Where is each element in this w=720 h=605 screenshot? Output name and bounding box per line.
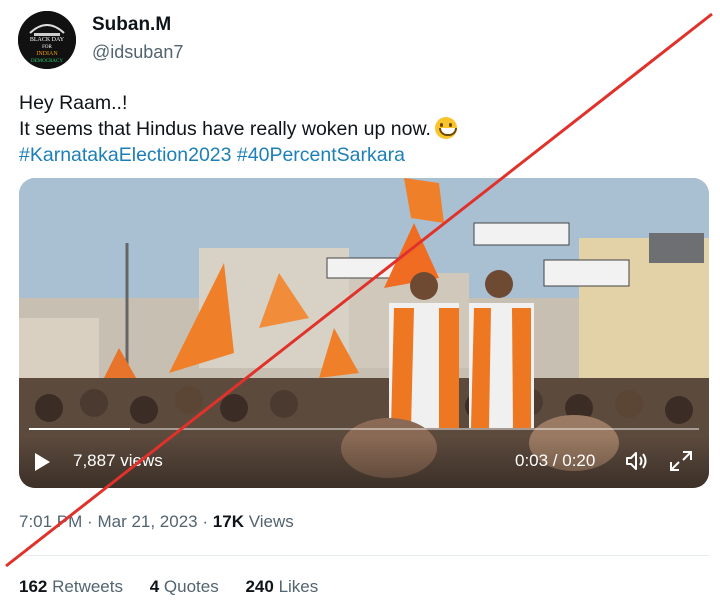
author-name[interactable]: Suban.M (92, 14, 171, 36)
likes-stat[interactable]: 240 Likes (245, 577, 318, 596)
video-view-count: 7,887 views (73, 451, 163, 470)
avatar-text-1: BLACK DAY (30, 37, 65, 43)
tweet-date[interactable]: Mar 21, 2023 (97, 512, 197, 531)
tweet-hashtags: #KarnatakaElection2023 #40PercentSarkara (19, 142, 709, 168)
hashtag-link[interactable]: #KarnatakaElection2023 (19, 144, 232, 166)
retweets-stat[interactable]: 162 Retweets (19, 577, 123, 596)
tweet-time[interactable]: 7:01 PM (19, 512, 82, 531)
avatar-text-3: INDIAN (36, 51, 58, 57)
video-player[interactable]: 7,887 views 0:03 / 0:20 (19, 178, 709, 488)
likes-label: Likes (278, 577, 319, 596)
likes-count: 240 (245, 577, 274, 596)
retweets-label: Retweets (52, 577, 123, 596)
retweets-count: 162 (19, 577, 48, 596)
tweet-text: Hey Raam..! It seems that Hindus have re… (19, 90, 709, 168)
volume-icon[interactable] (625, 450, 649, 472)
tweet-views-label: Views (248, 512, 294, 531)
meta-separator: · (87, 512, 93, 531)
divider (19, 555, 709, 556)
tweet-line-2-text: It seems that Hindus have really woken u… (19, 118, 431, 140)
play-icon[interactable] (35, 453, 50, 471)
avatar-logo: BLACK DAY FOR INDIAN DEMOCRACY (18, 11, 76, 69)
quotes-stat[interactable]: 4 Quotes (150, 577, 219, 596)
tweet-views-count: 17K (212, 512, 244, 531)
video-time: 0:03 / 0:20 (515, 451, 596, 470)
avatar-text-4: DEMOCRACY (31, 59, 63, 64)
avatar[interactable]: BLACK DAY FOR INDIAN DEMOCRACY (18, 11, 76, 69)
avatar-text-2: FOR (42, 45, 52, 50)
engagement-stats: 162 Retweets 4 Quotes 240 Likes (19, 577, 340, 597)
quotes-count: 4 (149, 577, 160, 596)
fullscreen-icon[interactable] (669, 450, 693, 472)
quotes-label: Quotes (163, 577, 219, 596)
tweet-meta: 7:01 PM · Mar 21, 2023 · 17K Views (19, 512, 294, 532)
author-handle[interactable]: @idsuban7 (92, 42, 183, 63)
tweet-line-1: Hey Raam..! (19, 92, 128, 114)
meta-separator: · (202, 512, 209, 531)
grinning-face-emoji-icon (434, 117, 457, 139)
tweet-line-2: It seems that Hindus have really woken u… (19, 116, 709, 142)
video-progress-bar[interactable] (29, 428, 699, 430)
video-progress-fill (29, 428, 130, 430)
hashtag-link[interactable]: #40PercentSarkara (237, 144, 405, 166)
